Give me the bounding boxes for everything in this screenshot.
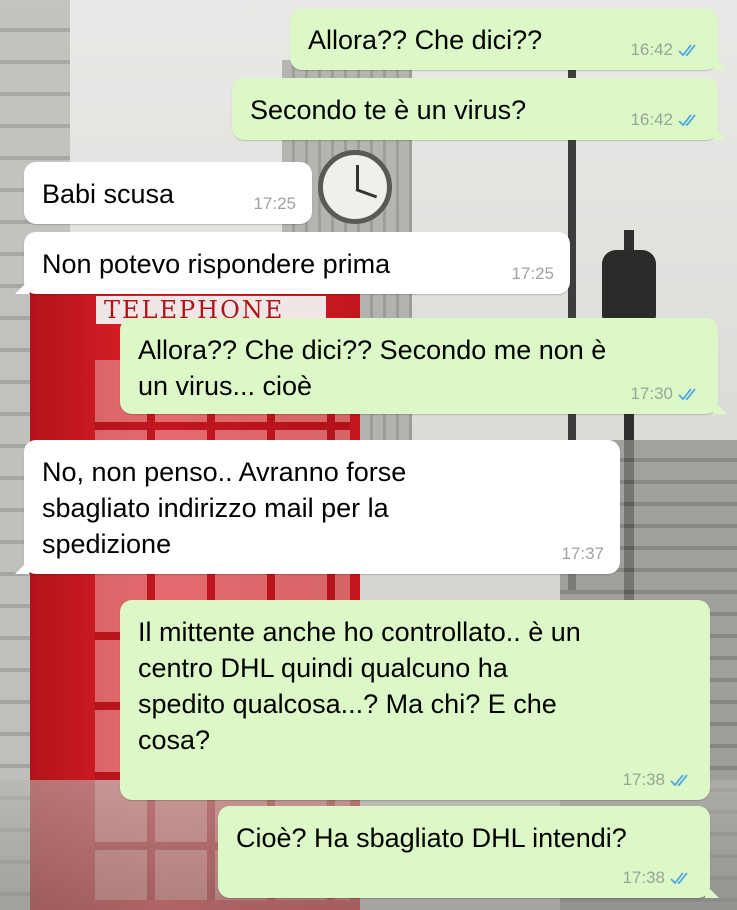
message-meta: 17:37 (561, 544, 604, 564)
message-meta: 16:42 (630, 40, 702, 60)
message-text: Secondo te è un virus? (250, 95, 527, 125)
message-meta: 16:42 (630, 110, 702, 130)
message-meta: 17:30 (630, 384, 702, 404)
message-bubble-incoming[interactable]: Non potevo rispondere prima 17:25 (15, 232, 570, 294)
double-check-read-icon (678, 114, 696, 127)
double-check-read-icon (678, 388, 696, 401)
message-bubble-incoming[interactable]: Babi scusa 17:25 (24, 162, 312, 224)
message-text: Allora?? Che dici?? (308, 25, 543, 55)
message-text: No, non penso.. Avranno forse sbagliato … (42, 457, 407, 559)
message-meta: 17:38 (622, 770, 694, 790)
double-check-read-icon (678, 44, 696, 57)
message-meta: 17:38 (622, 868, 694, 888)
message-time: 17:38 (622, 770, 665, 789)
message-list: Allora?? Che dici?? 16:42 Secondo te è u… (0, 0, 737, 910)
message-time: 17:25 (253, 194, 296, 213)
message-time: 16:42 (630, 110, 673, 129)
message-bubble-outgoing[interactable]: Allora?? Che dici?? 16:42 (290, 8, 727, 70)
message-time: 17:37 (561, 544, 604, 563)
message-meta: 17:25 (253, 194, 296, 214)
message-text: Cioè? Ha sbagliato DHL intendi? (236, 823, 627, 853)
message-bubble-outgoing[interactable]: Allora?? Che dici?? Secondo me non è un … (120, 318, 727, 414)
message-text: Babi scusa (42, 179, 175, 209)
message-time: 17:38 (622, 868, 665, 887)
message-text: Non potevo rispondere prima (42, 249, 391, 279)
message-text: Il mittente anche ho controllato.. è un … (138, 617, 581, 755)
double-check-read-icon (670, 872, 688, 885)
message-bubble-outgoing[interactable]: Il mittente anche ho controllato.. è un … (120, 600, 710, 800)
message-time: 17:25 (511, 264, 554, 283)
message-bubble-incoming[interactable]: No, non penso.. Avranno forse sbagliato … (15, 440, 620, 574)
message-text: Allora?? Che dici?? Secondo me non è un … (138, 335, 607, 401)
message-bubble-outgoing[interactable]: Secondo te è un virus? 16:42 (232, 78, 727, 140)
message-meta: 17:25 (511, 264, 554, 284)
double-check-read-icon (670, 774, 688, 787)
message-time: 16:42 (630, 40, 673, 59)
message-time: 17:30 (630, 384, 673, 403)
message-bubble-outgoing[interactable]: Cioè? Ha sbagliato DHL intendi? 17:38 (218, 806, 719, 898)
